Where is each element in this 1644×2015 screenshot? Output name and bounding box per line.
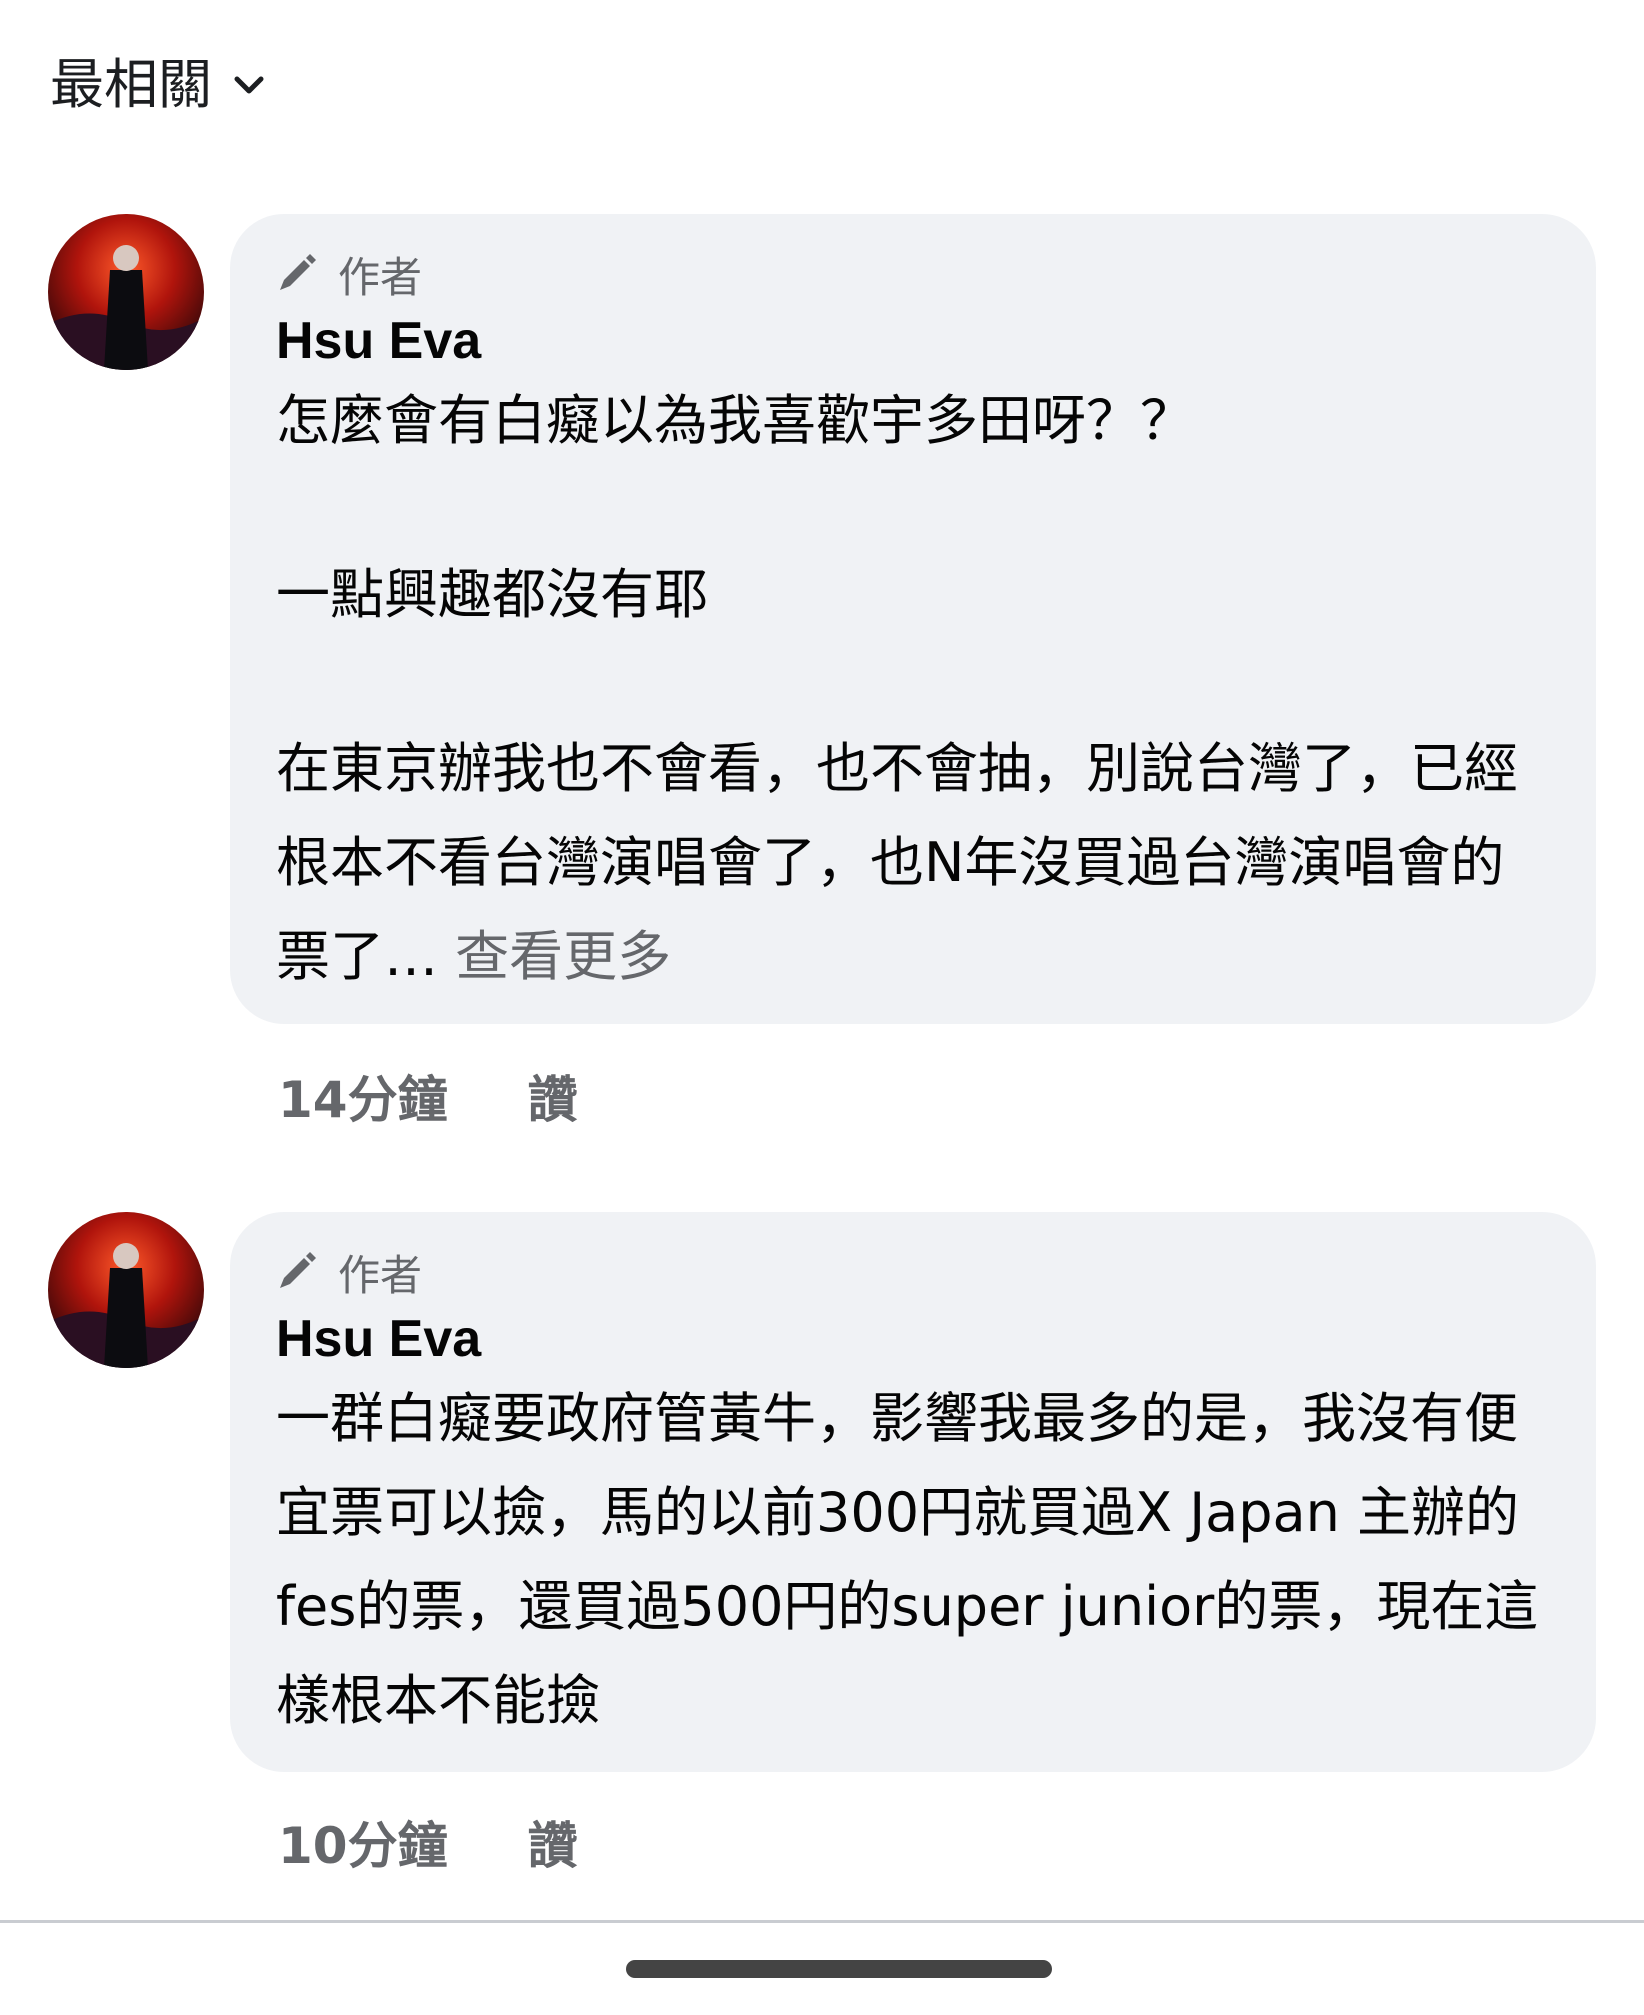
comment-meta: 10分鐘 讚 <box>278 1806 578 1878</box>
pencil-icon <box>276 254 316 294</box>
avatar[interactable] <box>48 214 204 370</box>
author-name[interactable]: Hsu Eva <box>276 1306 1550 1372</box>
sort-selector[interactable]: 最相關 <box>50 50 266 120</box>
like-button[interactable]: 讚 <box>528 1060 578 1132</box>
sort-label: 最相關 <box>50 53 212 116</box>
comment-text: 一群白癡要政府管黃牛，影響我最多的是，我沒有便宜票可以撿，馬的以前300円就買過… <box>276 1372 1550 1748</box>
comment-text: 怎麼會有白癡以為我喜歡宇多田呀？？ 一點興趣都沒有耶 在東京辦我也不會看，也不會… <box>276 374 1550 1004</box>
timestamp[interactable]: 10分鐘 <box>278 1806 448 1878</box>
author-name[interactable]: Hsu Eva <box>276 308 1550 374</box>
chevron-down-icon <box>232 68 266 102</box>
home-indicator[interactable] <box>626 1960 1052 1978</box>
comment-bubble: 作者 Hsu Eva 怎麼會有白癡以為我喜歡宇多田呀？？ 一點興趣都沒有耶 在東… <box>230 214 1596 1024</box>
comment-paragraph: 一點興趣都沒有耶 <box>276 563 708 626</box>
badge-text: 作者 <box>338 252 423 302</box>
author-badge: 作者 <box>276 246 1550 302</box>
badge-text: 作者 <box>338 1250 423 1300</box>
pencil-icon <box>276 1252 316 1292</box>
avatar[interactable] <box>48 1212 204 1368</box>
comment-paragraph: 一群白癡要政府管黃牛，影響我最多的是，我沒有便宜票可以撿，馬的以前300円就買過… <box>276 1387 1539 1732</box>
comment-meta: 14分鐘 讚 <box>278 1060 578 1132</box>
comment-paragraph: 怎麼會有白癡以為我喜歡宇多田呀？？ <box>276 389 1194 452</box>
comment-bubble: 作者 Hsu Eva 一群白癡要政府管黃牛，影響我最多的是，我沒有便宜票可以撿，… <box>230 1212 1596 1772</box>
like-button[interactable]: 讚 <box>528 1806 578 1878</box>
divider <box>0 1920 1644 1923</box>
timestamp[interactable]: 14分鐘 <box>278 1060 448 1132</box>
comment-paragraph: 在東京辦我也不會看，也不會抽，別說台灣了，已經根本不看台灣演唱會了，也N年沒買過… <box>276 722 1550 1004</box>
see-more-link[interactable]: 查看更多 <box>455 925 671 988</box>
author-badge: 作者 <box>276 1244 1550 1300</box>
